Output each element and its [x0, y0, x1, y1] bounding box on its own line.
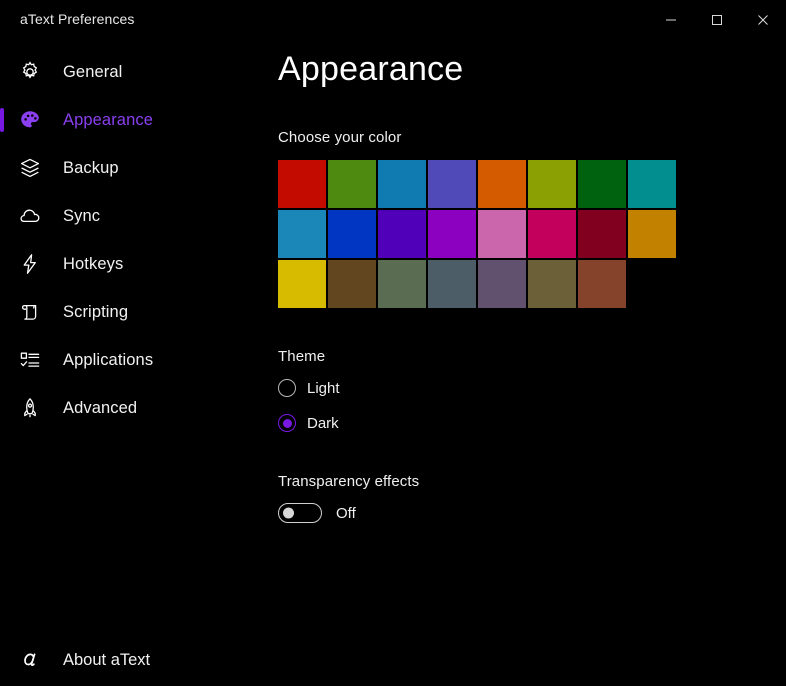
- maximize-icon: [712, 15, 722, 25]
- sidebar-item-sync[interactable]: Sync: [0, 192, 262, 240]
- color-swatch[interactable]: [428, 160, 476, 208]
- color-swatch[interactable]: [628, 210, 676, 258]
- sidebar-item-label: Scripting: [63, 302, 129, 321]
- window-controls: [648, 0, 786, 40]
- sidebar-item-backup[interactable]: Backup: [0, 144, 262, 192]
- about-atext-button[interactable]: About aText: [0, 634, 262, 686]
- color-swatch[interactable]: [628, 160, 676, 208]
- sidebar-item-label: Hotkeys: [63, 254, 124, 273]
- sidebar-item-label: Sync: [63, 206, 101, 225]
- theme-option-label: Dark: [307, 414, 339, 432]
- radio-button[interactable]: [278, 379, 296, 397]
- palette-icon: [14, 104, 46, 136]
- cloud-icon: [14, 200, 46, 232]
- sidebar-item-label: Advanced: [63, 398, 138, 417]
- sidebar-item-label: General: [63, 62, 123, 81]
- color-swatch[interactable]: [478, 210, 526, 258]
- atext-logo-icon: [14, 644, 46, 676]
- theme-option-label: Light: [307, 379, 340, 397]
- minimize-icon: [666, 19, 676, 21]
- theme-label: Theme: [278, 348, 326, 365]
- transparency-toggle[interactable]: [278, 503, 322, 523]
- gear-icon: [14, 56, 46, 88]
- title-bar: aText Preferences: [0, 0, 786, 40]
- sidebar-item-appearance[interactable]: Appearance: [0, 96, 262, 144]
- color-swatch[interactable]: [528, 260, 576, 308]
- color-swatch[interactable]: [328, 260, 376, 308]
- transparency-state-label: Off: [336, 504, 356, 522]
- main-content: Appearance Choose your color Theme Light…: [278, 40, 786, 686]
- radio-dot: [282, 418, 292, 428]
- color-swatch[interactable]: [578, 160, 626, 208]
- checklist-icon: [14, 344, 46, 376]
- window-title: aText Preferences: [20, 11, 135, 27]
- sidebar-item-hotkeys[interactable]: Hotkeys: [0, 240, 262, 288]
- color-swatch[interactable]: [278, 260, 326, 308]
- maximize-button[interactable]: [694, 0, 740, 40]
- sidebar-item-general[interactable]: General: [0, 48, 262, 96]
- color-swatch-grid[interactable]: [278, 160, 678, 308]
- sidebar-item-applications[interactable]: Applications: [0, 336, 262, 384]
- sidebar-item-scripting[interactable]: Scripting: [0, 288, 262, 336]
- color-swatch[interactable]: [578, 210, 626, 258]
- color-swatch[interactable]: [378, 160, 426, 208]
- color-swatch[interactable]: [328, 210, 376, 258]
- sidebar-item-advanced[interactable]: Advanced: [0, 384, 262, 432]
- layers-icon: [14, 152, 46, 184]
- close-button[interactable]: [740, 0, 786, 40]
- color-swatch[interactable]: [528, 160, 576, 208]
- sidebar-item-label: Backup: [63, 158, 119, 177]
- theme-option-light[interactable]: Light: [278, 376, 786, 400]
- radio-button[interactable]: [278, 414, 296, 432]
- choose-color-label: Choose your color: [278, 129, 402, 146]
- transparency-effects-label: Transparency effects: [278, 473, 420, 490]
- atext-preferences-window: aText Preferences General Appearance Bac…: [0, 0, 786, 686]
- sidebar-item-label: Appearance: [63, 110, 153, 129]
- theme-option-dark[interactable]: Dark: [278, 411, 786, 435]
- scroll-icon: [14, 296, 46, 328]
- toggle-knob: [283, 507, 294, 519]
- sidebar: General Appearance Backup Sync Hotkeys S…: [0, 48, 262, 686]
- page-title: Appearance: [278, 50, 464, 88]
- color-swatch[interactable]: [428, 210, 476, 258]
- color-swatch[interactable]: [428, 260, 476, 308]
- color-swatch-empty: [628, 260, 676, 308]
- color-swatch[interactable]: [478, 260, 526, 308]
- about-atext-label: About aText: [63, 650, 151, 669]
- color-swatch[interactable]: [328, 160, 376, 208]
- rocket-icon: [14, 392, 46, 424]
- transparency-effects-row: Off: [278, 503, 786, 523]
- selection-indicator: [0, 108, 4, 132]
- minimize-button[interactable]: [648, 0, 694, 40]
- color-swatch[interactable]: [278, 160, 326, 208]
- sidebar-item-label: Applications: [63, 350, 154, 369]
- color-swatch[interactable]: [378, 260, 426, 308]
- lightning-icon: [14, 248, 46, 280]
- color-swatch[interactable]: [278, 210, 326, 258]
- close-icon: [758, 15, 768, 25]
- color-swatch[interactable]: [378, 210, 426, 258]
- color-swatch[interactable]: [528, 210, 576, 258]
- color-swatch[interactable]: [578, 260, 626, 308]
- color-swatch[interactable]: [478, 160, 526, 208]
